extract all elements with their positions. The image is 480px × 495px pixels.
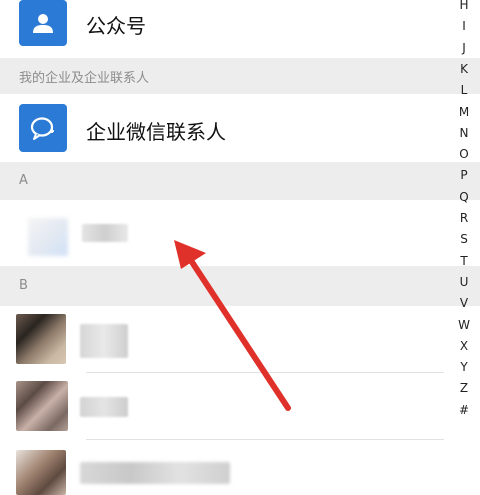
- section-header-a: A: [0, 162, 480, 200]
- index-letter-n[interactable]: N: [455, 126, 473, 140]
- section-header-b: B: [0, 266, 480, 306]
- index-letter-i[interactable]: I: [455, 19, 473, 33]
- official-accounts-item[interactable]: 公众号: [0, 0, 480, 52]
- index-letter-r[interactable]: R: [455, 211, 473, 225]
- enterprise-wechat-contacts-label: 企业微信联系人: [86, 120, 226, 144]
- section-header-enterprise: 我的企业及企业联系人: [0, 58, 480, 94]
- index-letter-s[interactable]: S: [455, 232, 473, 246]
- avatar: [16, 314, 66, 364]
- index-letter-p[interactable]: P: [455, 168, 473, 182]
- chat-bubble-icon: [19, 104, 67, 152]
- contact-name-redacted: [80, 324, 128, 358]
- person-icon: [19, 0, 67, 46]
- index-letter-o[interactable]: O: [455, 147, 473, 161]
- contact-name-redacted: [80, 462, 230, 484]
- section-header-a-label: A: [19, 173, 28, 188]
- index-letter-v[interactable]: V: [455, 296, 473, 310]
- enterprise-wechat-contacts-item[interactable]: 企业微信联系人: [0, 94, 480, 162]
- contact-row[interactable]: [0, 373, 480, 439]
- index-letter-m[interactable]: M: [455, 105, 473, 119]
- contact-name-redacted: [80, 397, 128, 417]
- index-letter-l[interactable]: L: [455, 83, 473, 97]
- contact-row[interactable]: [0, 200, 480, 266]
- avatar: [16, 381, 68, 431]
- index-letter-y[interactable]: Y: [455, 360, 473, 374]
- index-letter-x[interactable]: X: [455, 339, 473, 353]
- avatar: [16, 450, 66, 495]
- index-letter-k[interactable]: K: [455, 62, 473, 76]
- official-accounts-label: 公众号: [86, 14, 146, 38]
- index-letter-z[interactable]: Z: [455, 381, 473, 395]
- index-letter-j[interactable]: J: [455, 41, 473, 55]
- index-letter-t[interactable]: T: [455, 254, 473, 268]
- index-letter-q[interactable]: Q: [455, 190, 473, 204]
- contact-row[interactable]: [0, 440, 480, 495]
- contact-name-redacted: [82, 224, 128, 242]
- index-letter-hash[interactable]: #: [455, 403, 473, 417]
- section-header-b-label: B: [19, 278, 28, 293]
- index-letter-w[interactable]: W: [455, 318, 473, 332]
- section-header-enterprise-label: 我的企业及企业联系人: [19, 71, 150, 86]
- contact-row[interactable]: [0, 306, 480, 372]
- index-letter-h[interactable]: H: [455, 0, 473, 12]
- index-letter-u[interactable]: U: [455, 275, 473, 289]
- avatar: [28, 218, 68, 256]
